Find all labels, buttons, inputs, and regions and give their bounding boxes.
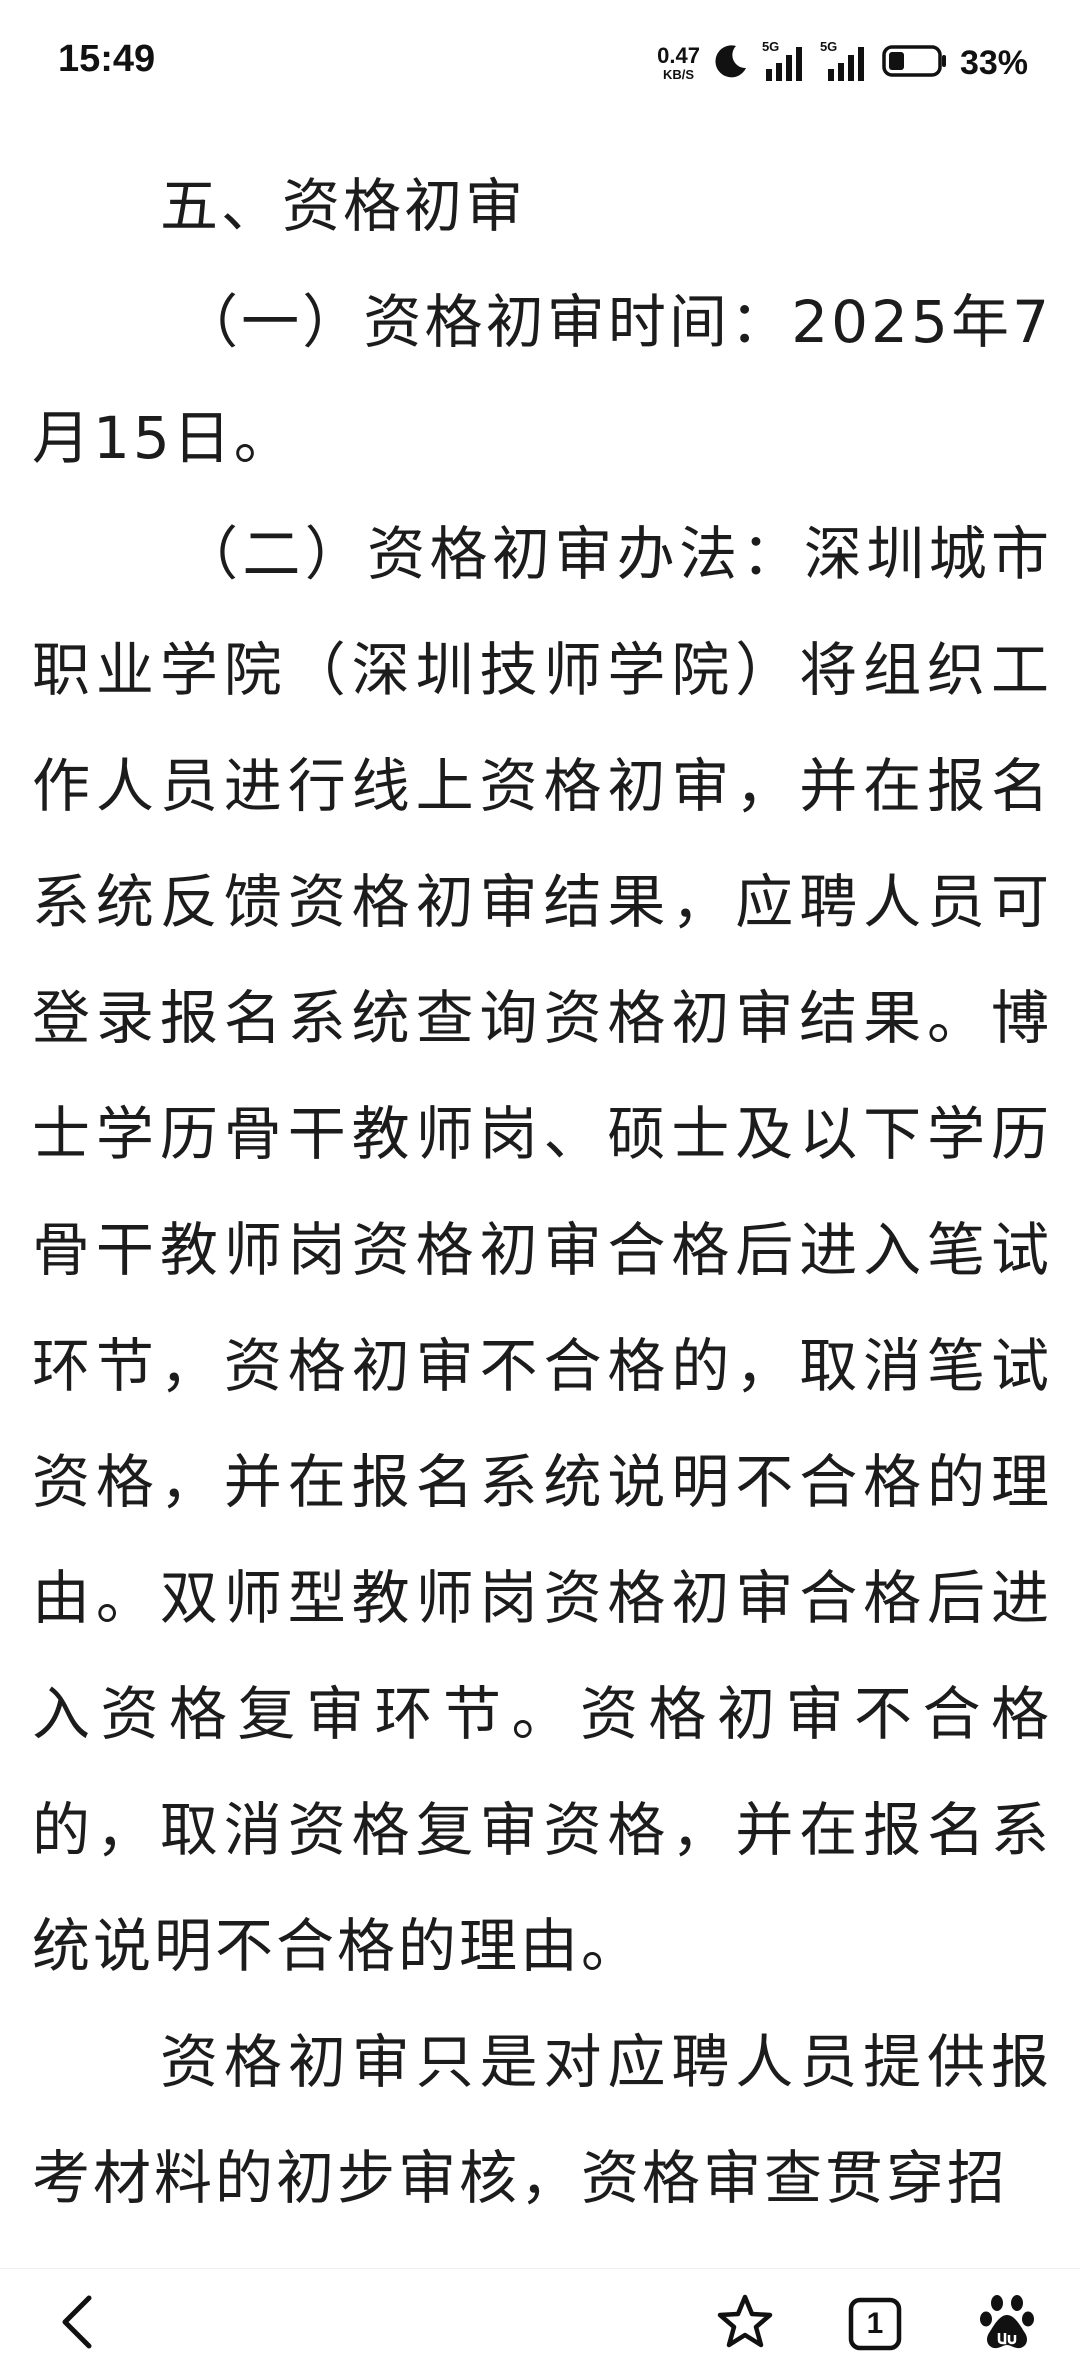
tabs-icon: 1 [847,2296,903,2352]
signal-icon: 5G [820,39,870,83]
status-time: 15:49 [58,38,156,80]
back-arrow-icon [55,2292,99,2356]
sim1-network-type: 5G [761,39,780,54]
bottom-toolbar: 1 [0,2268,1080,2377]
moon-icon [712,42,750,84]
article-paragraph: 资格初审只是对应聘人员提供报考材料的初步审核，资格审查贯穿招 [32,2028,1052,2212]
back-button[interactable] [42,2289,112,2359]
network-speed-unit: KB/S [662,67,695,82]
battery-icon [882,44,948,82]
section-heading: 五、资格初审 [160,172,527,240]
baidu-button[interactable] [972,2289,1042,2359]
bookmark-button[interactable] [710,2289,780,2359]
paw-icon [979,2293,1035,2355]
article-paragraph: （二）资格初审办法：深圳城市职业学院（深圳技师学院）将组织工作人员进行线上资格初… [32,520,1052,1980]
status-bar: 15:49 0.47 KB/S 5G 5G 33% [0,0,1080,130]
article-body: 五、资格初审 （一）资格初审时间：2025年7月15日。 （二）资格初审办法：深… [32,148,1052,2236]
status-icons: 0.47 KB/S 5G 5G 33% [657,39,1028,86]
network-speed: 0.47 KB/S [657,43,700,82]
star-icon [715,2292,775,2356]
network-speed-value: 0.47 [657,43,700,68]
tabs-button[interactable]: 1 [840,2289,910,2359]
tab-count: 1 [866,2307,884,2340]
sim2-network-type: 5G [819,39,838,54]
battery-percent: 33% [959,43,1028,82]
signal-icon: 5G [762,39,808,83]
article-paragraph: （一）资格初审时间：2025年7月15日。 [32,288,1052,472]
